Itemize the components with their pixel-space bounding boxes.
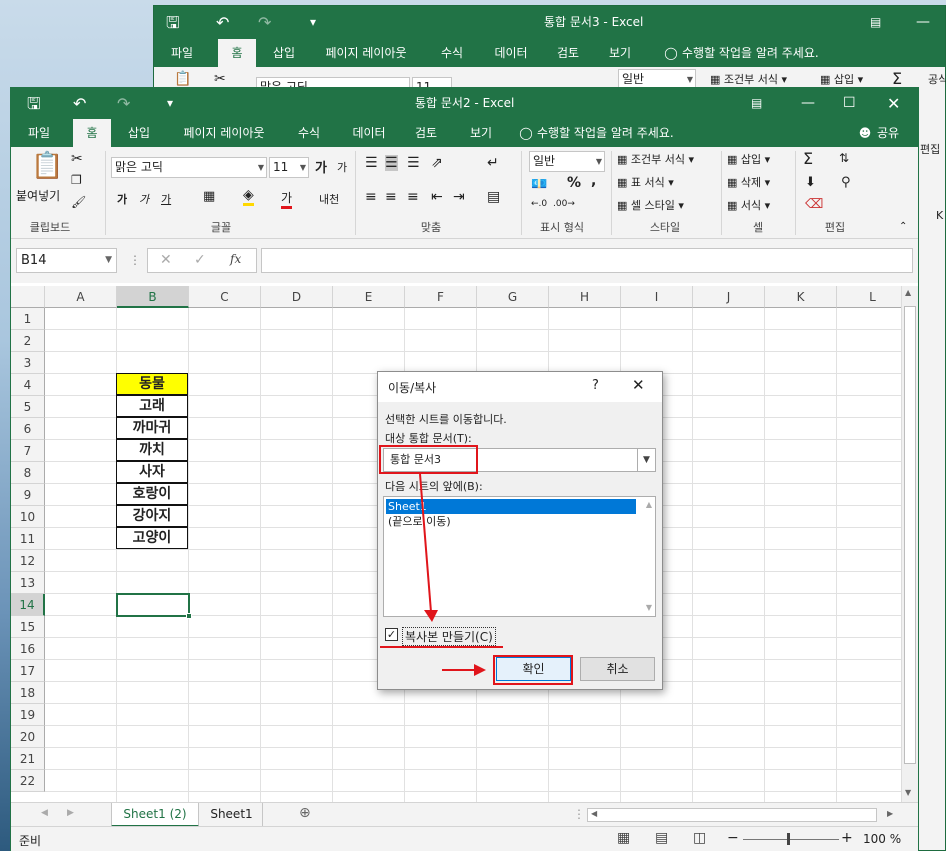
annotation-ok-arrowhead	[474, 664, 486, 676]
annotation-arrow-line	[419, 473, 432, 613]
annotation-arrowhead	[424, 610, 438, 622]
annotation-arrows	[419, 473, 486, 676]
